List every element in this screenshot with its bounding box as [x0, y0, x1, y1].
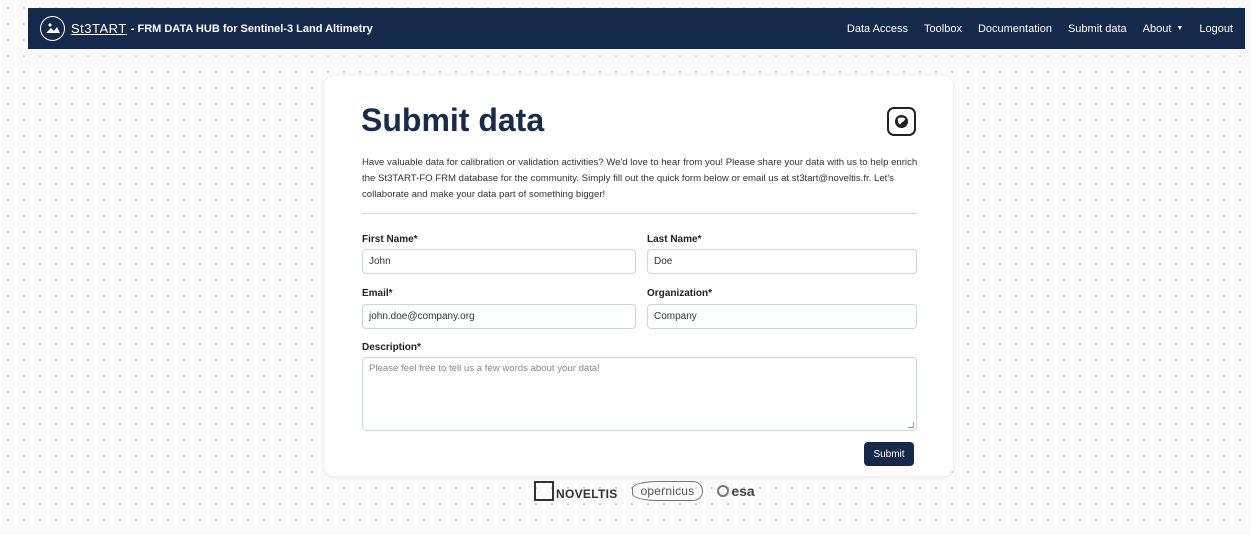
- email-label: Email*: [362, 288, 393, 299]
- first-name-label: First Name*: [362, 234, 418, 245]
- brand-subtitle: - FRM DATA HUB for Sentinel-3 Land Altim…: [130, 22, 373, 35]
- nav-data-access[interactable]: Data Access: [847, 23, 908, 35]
- noveltis-name: NOVELTIS: [556, 487, 618, 501]
- email-field[interactable]: john.doe@company.org: [362, 304, 636, 329]
- nav-submit-data[interactable]: Submit data: [1068, 23, 1127, 35]
- satellite-logo-icon: [40, 16, 65, 41]
- brand[interactable]: St3TART - FRM DATA HUB for Sentinel-3 La…: [40, 16, 373, 41]
- resize-handle[interactable]: [908, 422, 914, 428]
- theme-toggle-button[interactable]: [887, 107, 916, 136]
- esa-ring-icon: [717, 485, 730, 497]
- theme-toggle-icon: [894, 114, 909, 129]
- brand-name[interactable]: St3TART: [71, 21, 127, 36]
- nav-about-label: About: [1142, 22, 1172, 35]
- nav-logout[interactable]: Logout: [1199, 23, 1233, 35]
- esa-logo: esa: [717, 483, 755, 499]
- esa-name: esa: [731, 483, 755, 499]
- last-name-label: Last Name*: [647, 234, 702, 245]
- organization-field[interactable]: Company: [647, 304, 917, 329]
- divider: [362, 213, 917, 214]
- description-field[interactable]: Please feel free to tell us a few words …: [362, 357, 917, 431]
- copernicus-logo: opernicus: [631, 481, 704, 501]
- nav-toolbox[interactable]: Toolbox: [924, 23, 962, 35]
- copernicus-name: opernicus: [631, 481, 704, 501]
- nav-about[interactable]: About ▼: [1143, 23, 1184, 35]
- noveltis-mark-icon: [534, 481, 554, 501]
- page: St3TART - FRM DATA HUB for Sentinel-3 La…: [6, 0, 1245, 535]
- submit-card: Submit data Have valuable data for calib…: [324, 76, 953, 476]
- nav-documentation[interactable]: Documentation: [978, 23, 1052, 35]
- first-name-field[interactable]: John: [362, 249, 636, 274]
- last-name-field[interactable]: Doe: [647, 249, 917, 274]
- nav-links: Data Access Toolbox Documentation Submit…: [831, 23, 1233, 35]
- noveltis-logo: NOVELTIS: [534, 481, 618, 501]
- description-placeholder: Please feel free to tell us a few words …: [369, 363, 600, 374]
- top-navbar: St3TART - FRM DATA HUB for Sentinel-3 La…: [28, 8, 1245, 49]
- submit-button[interactable]: Submit: [864, 442, 914, 466]
- description-label: Description*: [362, 342, 421, 353]
- caret-down-icon: ▼: [1176, 25, 1184, 32]
- intro-text: Have valuable data for calibration or va…: [362, 157, 918, 200]
- partner-logos: NOVELTIS opernicus esa: [534, 481, 769, 501]
- organization-label: Organization*: [647, 288, 713, 299]
- page-title: Submit data: [361, 102, 545, 138]
